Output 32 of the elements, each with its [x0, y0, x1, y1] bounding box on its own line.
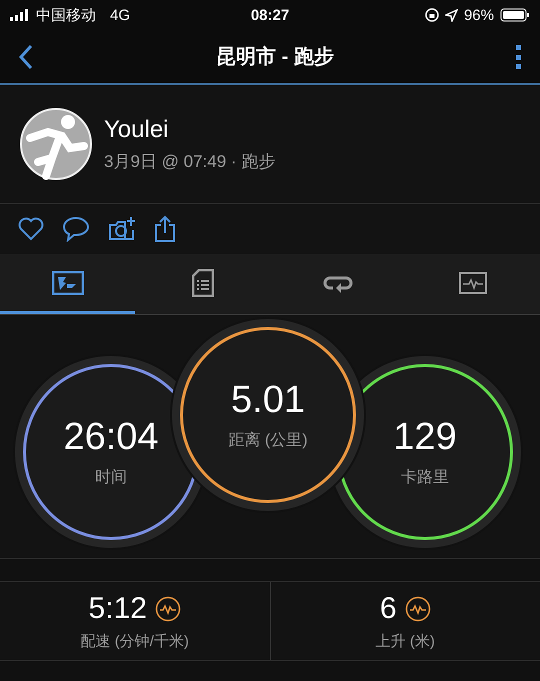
network-type: 4G: [110, 6, 130, 24]
share-button[interactable]: [154, 215, 176, 243]
metric-label: 距离 (公里): [228, 430, 308, 451]
user-name: Youlei: [104, 116, 170, 144]
signal-icon: [10, 9, 30, 21]
stat-value: 6: [380, 592, 397, 626]
chart-icon: [52, 270, 84, 294]
more-icon: [516, 44, 522, 68]
carrier-name: 中国移动: [36, 6, 96, 24]
status-time: 08:27: [250, 6, 290, 24]
stat-label: 上升 (米): [376, 632, 435, 650]
avatar-icon: [20, 108, 92, 180]
pulse-icon: [458, 272, 486, 294]
metric-label: 时间: [95, 468, 127, 488]
metric-value: 129: [393, 416, 457, 459]
rotation-lock-icon: [424, 8, 439, 22]
like-button[interactable]: [18, 217, 44, 241]
document-icon: [192, 268, 214, 296]
comment-button[interactable]: [62, 216, 90, 242]
battery-icon: [500, 8, 530, 22]
page-title: 昆明市 - 跑步: [216, 44, 334, 70]
battery-percent: 96%: [464, 6, 494, 24]
stat-label: 配速 (分钟/千米): [80, 632, 189, 650]
metric-label: 卡路里: [401, 468, 449, 488]
location-icon: [444, 8, 458, 22]
activity-date: 3月9日 @ 07:49 · 跑步: [104, 150, 276, 172]
stat-value: 5:12: [88, 592, 147, 626]
heart-rate-icon: [404, 596, 431, 622]
heart-rate-icon: [154, 596, 181, 622]
add-photo-button[interactable]: [108, 216, 136, 242]
metric-value: 5.01: [231, 379, 305, 422]
metric-value: 26:04: [63, 416, 159, 459]
